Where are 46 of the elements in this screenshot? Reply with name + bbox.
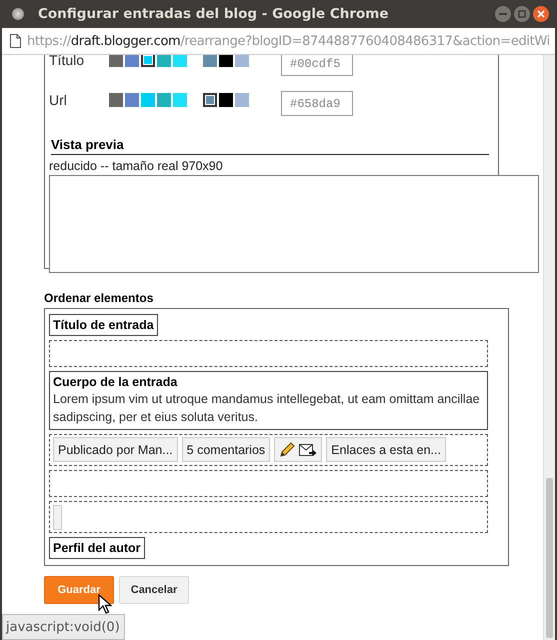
color-label: Url: [49, 91, 68, 108]
scrollbar[interactable]: [543, 55, 555, 640]
close-button[interactable]: [533, 6, 549, 22]
widget-title: Cuerpo de la entrada: [53, 375, 178, 389]
arrange-heading: Ordenar elementos: [44, 291, 154, 305]
gadget-chip[interactable]: Publicado por Man...: [53, 437, 178, 462]
color-label: Título: [49, 55, 86, 68]
color-swatch[interactable]: [141, 93, 155, 107]
gadget-chip[interactable]: Enlaces a esta en...: [326, 437, 446, 462]
status-bar: javascript:void(0): [2, 614, 125, 640]
color-swatch[interactable]: [141, 55, 155, 67]
color-swatch[interactable]: [157, 93, 171, 107]
color-swatch[interactable]: [125, 55, 139, 67]
window-title: Configurar entradas del blog - Google Chrome: [38, 6, 390, 22]
color-swatch[interactable]: [235, 93, 249, 107]
close-icon: [537, 10, 545, 18]
cursor-icon: [98, 594, 112, 614]
color-swatch[interactable]: [219, 55, 233, 67]
color-swatch[interactable]: [203, 55, 217, 67]
color-swatch[interactable]: [235, 55, 249, 67]
preview-caption: reducido -- tamaño real 970x90: [49, 159, 224, 173]
post-body-widget[interactable]: Cuerpo de la entrada Lorem ipsum vim ut utroque mandamus intellegebat, ut eam omittam ancillae sadipscing, per et eius soluta veritus.: [49, 371, 488, 430]
color-swatch[interactable]: [173, 93, 187, 107]
page-icon: [10, 34, 21, 48]
color-swatch[interactable]: [173, 55, 187, 67]
color-swatch[interactable]: [109, 93, 123, 107]
color-field[interactable]: #658da9: [281, 91, 353, 116]
minimize-icon: [499, 13, 507, 15]
color-swatch[interactable]: [157, 55, 171, 67]
widget-text: Lorem ipsum vim ut utroque mandamus intellegebat, ut eam omittam ancillae sadipscing, per et eius soluta veritus.: [53, 391, 481, 426]
cancel-button[interactable]: Cancelar: [119, 576, 189, 604]
color-swatch[interactable]: [125, 93, 139, 107]
gadget-chip[interactable]: [274, 437, 322, 462]
maximize-icon: [518, 10, 526, 18]
pencil-icon: [279, 442, 296, 458]
color-swatch[interactable]: [219, 93, 233, 107]
envelope-icon: [299, 442, 318, 456]
color-swatch[interactable]: [203, 93, 217, 107]
widget-block[interactable]: Perfil del autor: [49, 537, 145, 559]
gadget-chip[interactable]: 5 comentarios: [182, 437, 270, 462]
app-icon: [12, 8, 24, 20]
widget-block[interactable]: Título de entrada: [49, 314, 158, 336]
color-swatch[interactable]: [109, 55, 123, 67]
color-field[interactable]: #00cdf5: [281, 55, 353, 76]
minimize-button[interactable]: [495, 6, 511, 22]
preview-heading: Vista previa: [51, 137, 489, 155]
